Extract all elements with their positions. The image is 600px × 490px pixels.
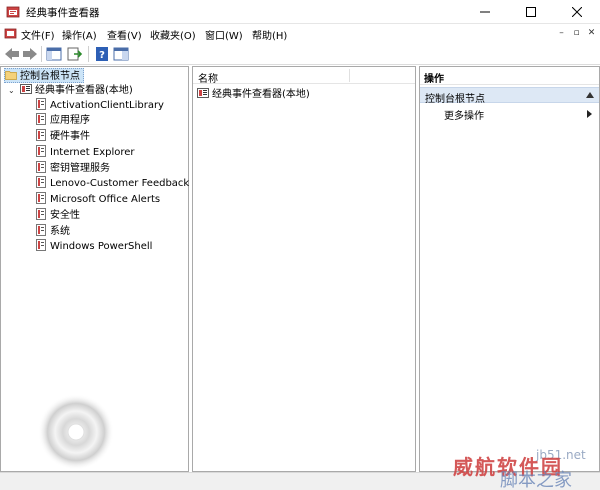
tree-log-label: 硬件事件 — [50, 131, 90, 142]
log-icon — [36, 224, 46, 236]
submenu-arrow-icon — [587, 110, 592, 118]
tree-log-item[interactable]: Microsoft Office Alerts — [35, 192, 160, 207]
tree-log-label: Microsoft Office Alerts — [50, 194, 161, 205]
log-icon — [36, 145, 46, 157]
tree-log-item[interactable]: Lenovo-Customer Feedback — [35, 176, 189, 191]
actions-pane: 操作 控制台根节点 更多操作 — [419, 66, 600, 472]
log-icon — [36, 239, 46, 251]
event-viewer-node-icon — [197, 88, 209, 98]
minimize-button[interactable] — [462, 0, 508, 24]
collapse-chevron-icon[interactable]: ⌄ — [8, 86, 15, 95]
tree-event-viewer-node[interactable]: 经典事件查看器(本地) — [20, 83, 133, 98]
help-icon[interactable]: ? — [93, 46, 111, 62]
log-icon — [36, 192, 46, 204]
tree-log-item[interactable]: 安全性 — [35, 208, 80, 223]
tree-log-label: 应用程序 — [50, 115, 90, 126]
maximize-icon — [526, 7, 536, 17]
show-action-pane-icon[interactable] — [112, 46, 130, 62]
minimize-icon — [480, 11, 490, 13]
log-icon — [36, 113, 46, 125]
log-icon — [36, 129, 46, 141]
tree-root-node[interactable]: 控制台根节点 — [4, 68, 84, 83]
tree-log-item[interactable]: 应用程序 — [35, 113, 90, 128]
export-list-icon[interactable] — [66, 46, 84, 62]
close-button[interactable] — [554, 0, 600, 24]
back-arrow-icon[interactable] — [3, 46, 21, 62]
tree-log-item[interactable]: 系统 — [35, 224, 70, 239]
toolbar-separator — [41, 46, 42, 62]
event-viewer-node-icon — [20, 84, 32, 94]
menu-favorites[interactable]: 收藏夹(O) — [150, 27, 196, 42]
list-item-label: 经典事件查看器(本地) — [212, 89, 310, 100]
watermark-sub: 脚本之家 — [500, 470, 572, 490]
tree-log-label: 密钥管理服务 — [50, 163, 110, 174]
tree-log-label: 系统 — [50, 226, 70, 237]
tree-root-label: 控制台根节点 — [20, 71, 80, 82]
menu-action[interactable]: 操作(A) — [62, 27, 97, 42]
actions-section-label: 控制台根节点 — [425, 94, 485, 105]
window-title: 经典事件查看器 — [26, 7, 100, 19]
title-bar: 经典事件查看器 — [0, 0, 600, 24]
list-item[interactable]: 经典事件查看器(本地) — [197, 87, 310, 102]
mdi-close-icon[interactable]: ✕ — [585, 27, 598, 40]
event-viewer-menu-icon[interactable] — [4, 27, 17, 40]
forward-arrow-icon[interactable] — [21, 46, 39, 62]
tree-log-label: Windows PowerShell — [50, 241, 153, 252]
actions-section-root[interactable]: 控制台根节点 — [420, 87, 599, 105]
tree-log-item[interactable]: ActivationClientLibrary — [35, 98, 164, 113]
actions-header: 操作 — [420, 67, 599, 85]
event-viewer-app-icon — [6, 6, 20, 18]
folder-icon — [5, 71, 17, 80]
menu-view[interactable]: 查看(V) — [107, 27, 142, 42]
menu-bar: 文件(F) 操作(A) 查看(V) 收藏夹(O) 窗口(W) 帮助(H) – ▫… — [0, 24, 600, 43]
tree-log-item[interactable]: 密钥管理服务 — [35, 161, 110, 176]
close-icon — [572, 7, 582, 17]
log-icon — [36, 208, 46, 220]
svg-text:?: ? — [99, 50, 105, 61]
tree-log-item[interactable]: Windows PowerShell — [35, 239, 152, 254]
log-icon — [36, 98, 46, 110]
tree-log-item[interactable]: Internet Explorer — [35, 145, 135, 160]
maximize-button[interactable] — [508, 0, 554, 24]
tree-log-label: ActivationClientLibrary — [50, 100, 164, 111]
console-tree-icon[interactable] — [45, 46, 63, 62]
menu-window[interactable]: 窗口(W) — [205, 27, 243, 42]
mdi-minimize-icon[interactable]: – — [555, 27, 568, 40]
menu-file[interactable]: 文件(F) — [21, 27, 55, 42]
tree-log-label: Lenovo-Customer Feedback — [50, 178, 190, 189]
collapse-triangle-icon[interactable] — [586, 92, 594, 98]
menu-help[interactable]: 帮助(H) — [252, 27, 287, 42]
more-actions-item[interactable]: 更多操作 — [444, 107, 484, 122]
tree-log-label: 安全性 — [50, 210, 80, 221]
actions-header-label: 操作 — [424, 74, 444, 85]
tree-log-label: Internet Explorer — [50, 147, 135, 158]
column-header-name[interactable]: 名称 — [193, 67, 415, 85]
toolbar: ? — [0, 43, 600, 65]
tree-event-viewer-label: 经典事件查看器(本地) — [35, 85, 133, 96]
log-icon — [36, 176, 46, 188]
column-header-label: 名称 — [198, 74, 218, 85]
disc-graphic-icon — [38, 394, 114, 470]
mdi-restore-icon[interactable]: ▫ — [570, 27, 583, 40]
log-icon — [36, 161, 46, 173]
tree-log-item[interactable]: 硬件事件 — [35, 129, 90, 144]
result-pane: 名称 经典事件查看器(本地) — [192, 66, 416, 472]
toolbar-separator — [88, 46, 89, 62]
column-divider[interactable] — [349, 69, 350, 82]
